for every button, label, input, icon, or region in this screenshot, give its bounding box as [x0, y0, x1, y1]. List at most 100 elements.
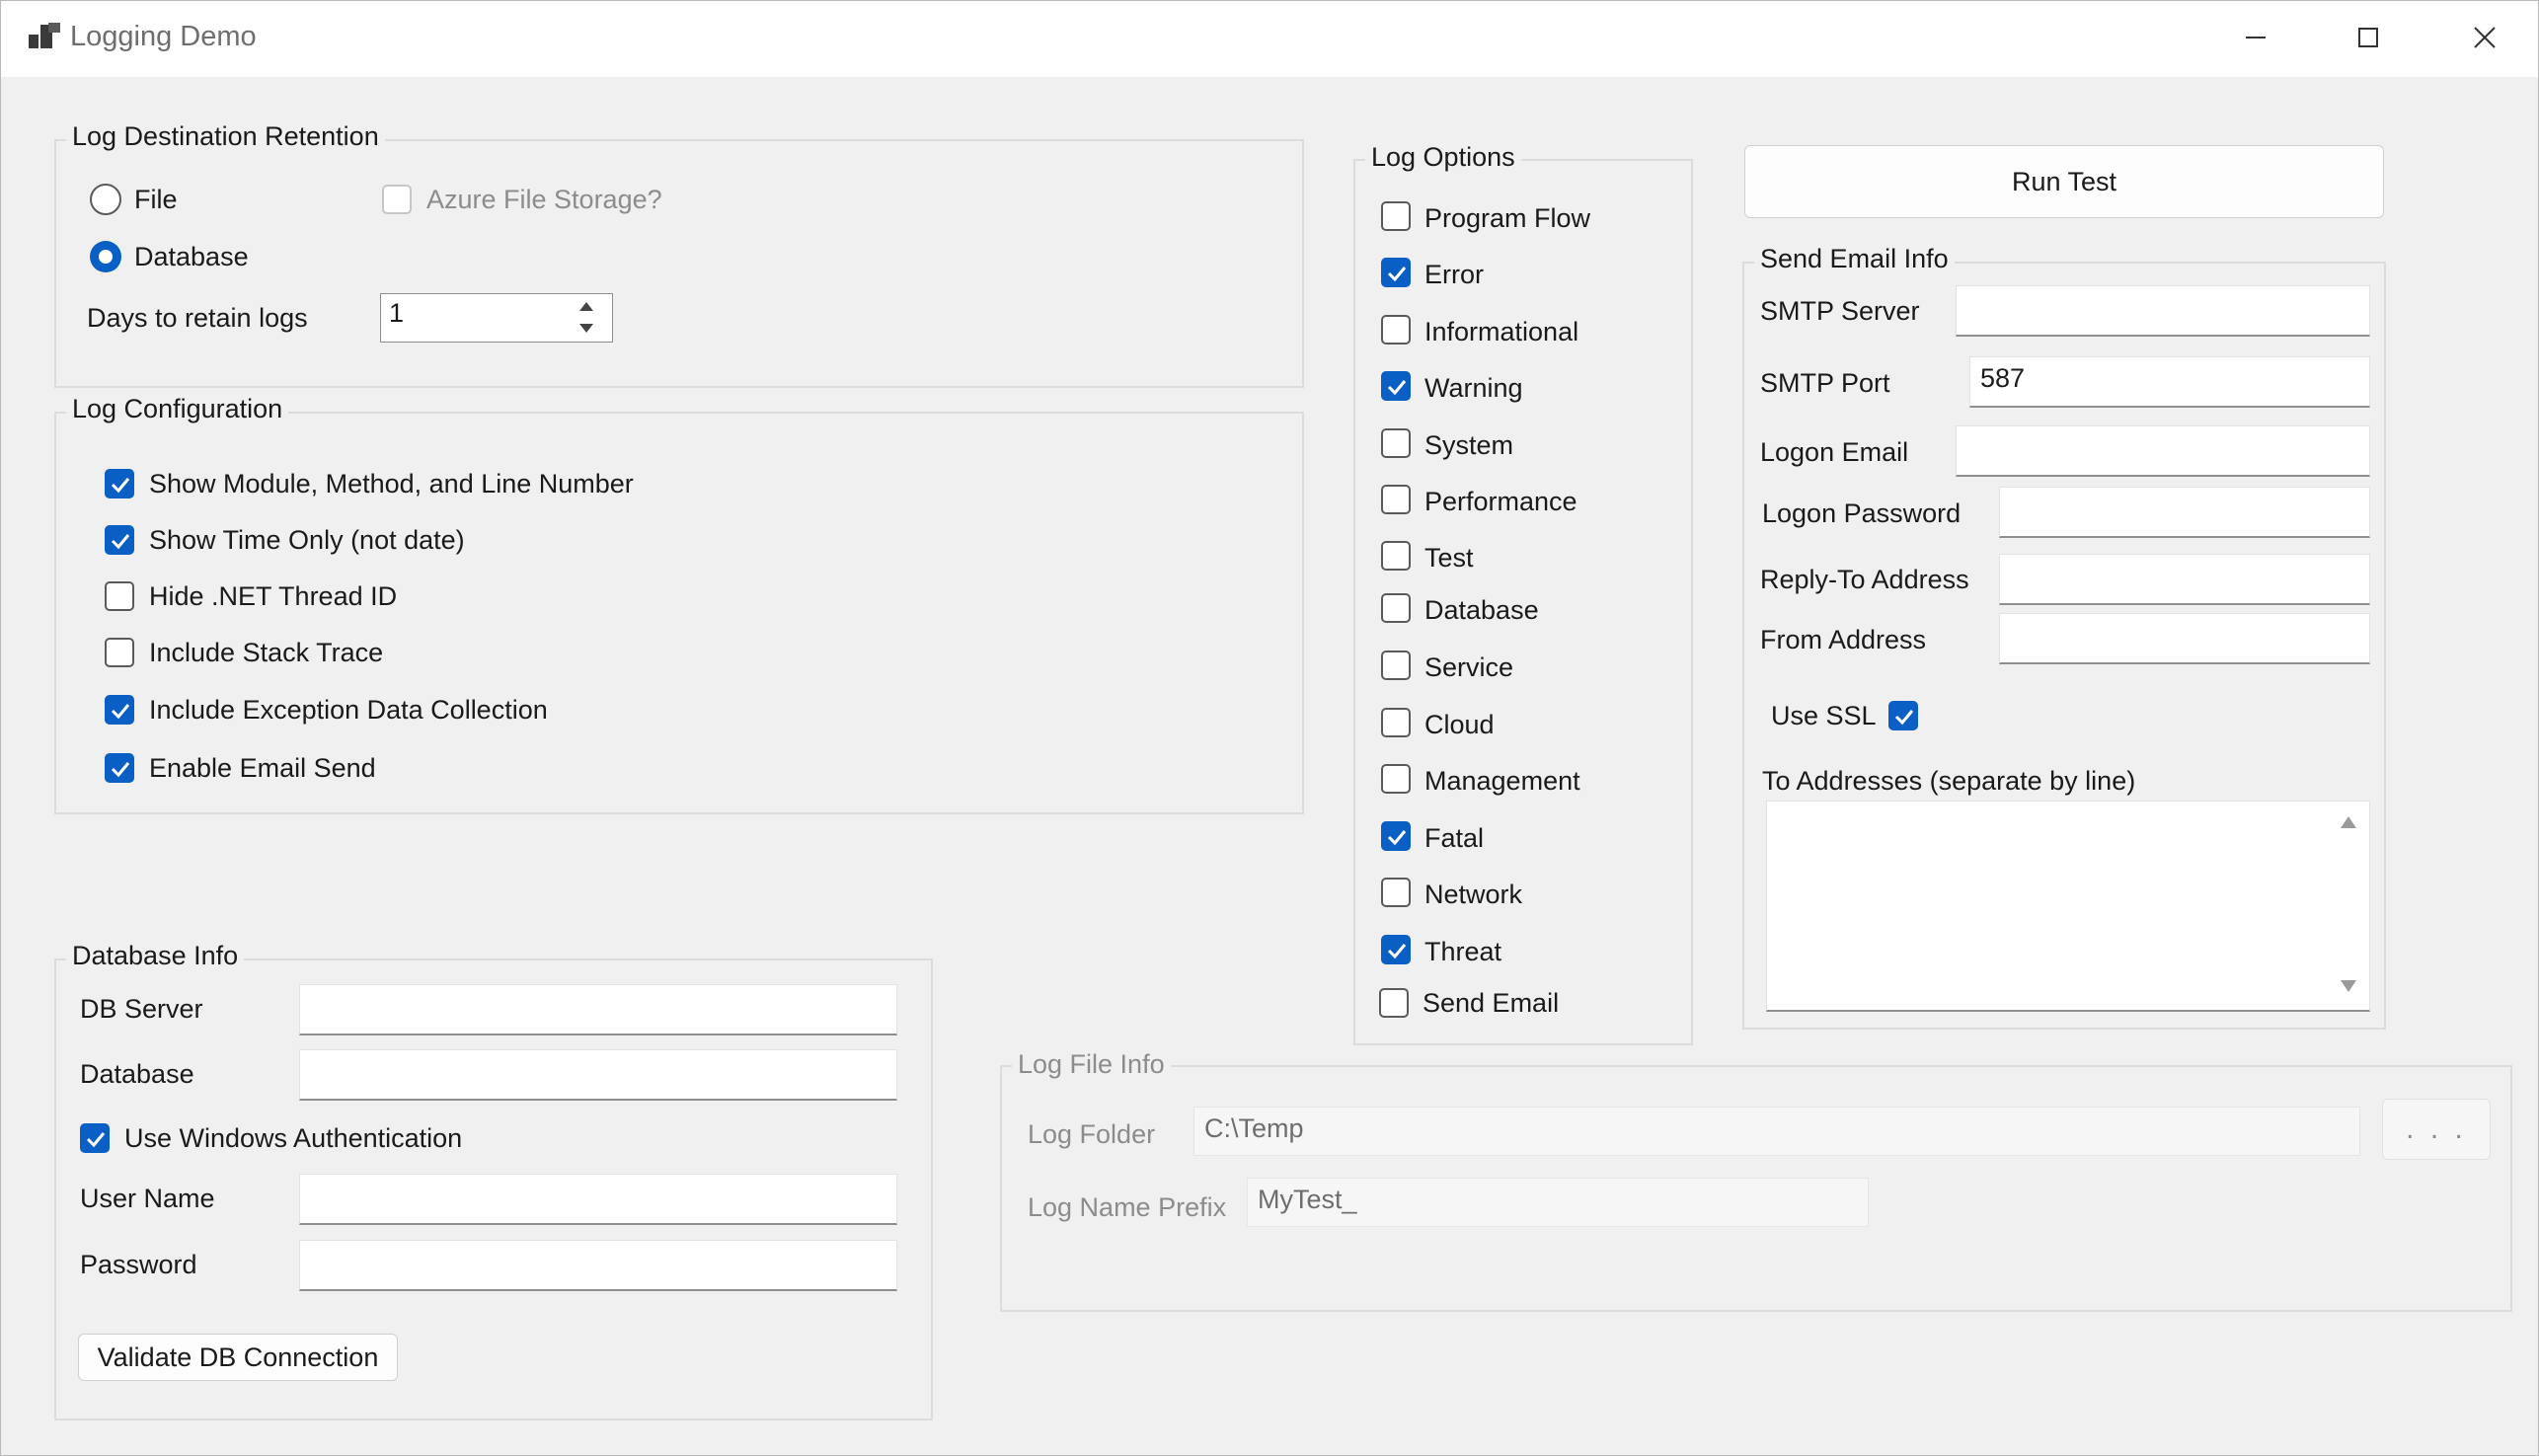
option-test-checkbox[interactable]: [1381, 541, 1411, 571]
include-stack-trace-checkbox[interactable]: [105, 638, 134, 667]
reply-to-input[interactable]: [1999, 554, 2370, 605]
db-server-input[interactable]: [299, 984, 897, 1035]
option-network-checkbox[interactable]: [1381, 878, 1411, 907]
show-time-only-label[interactable]: Show Time Only (not date): [149, 525, 465, 556]
option-fatal-checkbox[interactable]: [1381, 821, 1411, 851]
log-folder-input[interactable]: C:\Temp: [1193, 1107, 2360, 1156]
azure-file-storage-checkbox[interactable]: [382, 185, 412, 214]
from-address-label: From Address: [1760, 625, 1927, 654]
option-performance-label[interactable]: Performance: [1424, 487, 1577, 517]
database-radio-label[interactable]: Database: [134, 242, 249, 272]
option-informational-checkbox[interactable]: [1381, 315, 1411, 345]
log-name-prefix-label: Log Name Prefix: [1028, 1192, 1227, 1222]
option-fatal-label[interactable]: Fatal: [1424, 823, 1484, 854]
use-ssl-checkbox[interactable]: [1888, 701, 1918, 730]
logon-password-label: Logon Password: [1762, 498, 1962, 528]
username-label: User Name: [80, 1184, 215, 1213]
smtp-port-label: SMTP Port: [1760, 368, 1890, 398]
database-input[interactable]: [299, 1049, 897, 1101]
enable-email-send-checkbox[interactable]: [105, 753, 134, 783]
include-exception-data-label[interactable]: Include Exception Data Collection: [149, 695, 548, 726]
logon-email-label: Logon Email: [1760, 437, 1909, 467]
option-program-flow-label[interactable]: Program Flow: [1424, 203, 1590, 234]
database-label: Database: [80, 1059, 194, 1089]
up-arrow-icon[interactable]: [572, 295, 601, 317]
option-send-email-label[interactable]: Send Email: [1423, 988, 1559, 1019]
to-addresses-scrollbar[interactable]: [2331, 803, 2366, 1008]
option-warning-checkbox[interactable]: [1381, 371, 1411, 401]
include-stack-trace-label[interactable]: Include Stack Trace: [149, 638, 383, 668]
to-addresses-label: To Addresses (separate by line): [1762, 766, 2136, 796]
scroll-up-arrow-icon[interactable]: [2341, 816, 2356, 828]
include-exception-data-checkbox[interactable]: [105, 695, 134, 725]
maximize-icon[interactable]: [2329, 11, 2408, 64]
password-input[interactable]: [299, 1240, 897, 1291]
option-threat-label[interactable]: Threat: [1424, 937, 1501, 967]
title-bar: Logging Demo: [1, 1, 2538, 77]
show-module-label[interactable]: Show Module, Method, and Line Number: [149, 469, 634, 499]
option-cloud-label[interactable]: Cloud: [1424, 710, 1495, 740]
option-threat-checkbox[interactable]: [1381, 935, 1411, 964]
log-file-info-legend: Log File Info: [1012, 1049, 1171, 1080]
db-server-label: DB Server: [80, 994, 203, 1024]
window-title: Logging Demo: [70, 21, 257, 52]
option-service-label[interactable]: Service: [1424, 652, 1513, 683]
option-warning-label[interactable]: Warning: [1424, 373, 1523, 404]
main-window: Logging Demo Log Destination Retention F…: [0, 0, 2539, 1456]
scroll-down-arrow-icon[interactable]: [2341, 980, 2356, 992]
send-email-legend: Send Email Info: [1754, 244, 1955, 274]
run-test-button[interactable]: Run Test: [1744, 145, 2384, 218]
azure-file-storage-label[interactable]: Azure File Storage?: [426, 185, 662, 215]
option-management-label[interactable]: Management: [1424, 766, 1580, 797]
option-performance-checkbox[interactable]: [1381, 485, 1411, 514]
option-system-checkbox[interactable]: [1381, 428, 1411, 458]
option-cloud-checkbox[interactable]: [1381, 708, 1411, 737]
option-management-checkbox[interactable]: [1381, 764, 1411, 794]
logon-email-input[interactable]: [1956, 425, 2370, 477]
option-informational-label[interactable]: Informational: [1424, 317, 1578, 347]
smtp-port-input[interactable]: 587: [1969, 356, 2370, 408]
reply-to-label: Reply-To Address: [1760, 565, 1969, 594]
days-retain-spinner[interactable]: [572, 295, 609, 341]
browse-folder-button[interactable]: . . .: [2382, 1099, 2491, 1160]
use-ssl-label[interactable]: Use SSL: [1771, 701, 1877, 731]
database-radio[interactable]: [90, 241, 121, 272]
close-icon[interactable]: [2445, 11, 2524, 64]
option-error-checkbox[interactable]: [1381, 258, 1411, 287]
show-module-checkbox[interactable]: [105, 469, 134, 498]
windows-auth-label[interactable]: Use Windows Authentication: [124, 1123, 462, 1154]
minimize-icon[interactable]: [2216, 11, 2295, 64]
option-database-checkbox[interactable]: [1381, 593, 1411, 623]
log-configuration-legend: Log Configuration: [66, 394, 289, 424]
option-network-label[interactable]: Network: [1424, 880, 1522, 910]
from-address-input[interactable]: [1999, 613, 2370, 664]
hide-thread-id-checkbox[interactable]: [105, 581, 134, 611]
days-retain-label: Days to retain logs: [87, 303, 308, 333]
enable-email-send-label[interactable]: Enable Email Send: [149, 753, 376, 784]
log-destination-legend: Log Destination Retention: [66, 121, 385, 152]
to-addresses-textarea[interactable]: [1766, 801, 2370, 1012]
option-database-label[interactable]: Database: [1424, 595, 1539, 626]
password-label: Password: [80, 1250, 197, 1279]
username-input[interactable]: [299, 1174, 897, 1225]
windows-auth-checkbox[interactable]: [80, 1123, 110, 1153]
down-arrow-icon[interactable]: [572, 317, 601, 339]
show-time-only-checkbox[interactable]: [105, 525, 134, 555]
option-service-checkbox[interactable]: [1381, 651, 1411, 680]
hide-thread-id-label[interactable]: Hide .NET Thread ID: [149, 581, 397, 612]
log-name-prefix-input[interactable]: MyTest_: [1247, 1178, 1869, 1227]
file-radio[interactable]: [90, 184, 121, 215]
option-system-label[interactable]: System: [1424, 430, 1513, 461]
option-test-label[interactable]: Test: [1424, 543, 1474, 574]
smtp-server-label: SMTP Server: [1760, 296, 1920, 326]
option-send-email-checkbox[interactable]: [1379, 988, 1409, 1018]
app-icon: [29, 23, 60, 48]
smtp-server-input[interactable]: [1956, 285, 2370, 337]
option-program-flow-checkbox[interactable]: [1381, 201, 1411, 231]
logon-password-input[interactable]: [1999, 487, 2370, 538]
log-folder-label: Log Folder: [1028, 1119, 1156, 1149]
file-radio-label[interactable]: File: [134, 185, 178, 215]
option-error-label[interactable]: Error: [1424, 260, 1484, 290]
validate-db-connection-button[interactable]: Validate DB Connection: [78, 1334, 398, 1381]
log-options-legend: Log Options: [1365, 142, 1521, 173]
